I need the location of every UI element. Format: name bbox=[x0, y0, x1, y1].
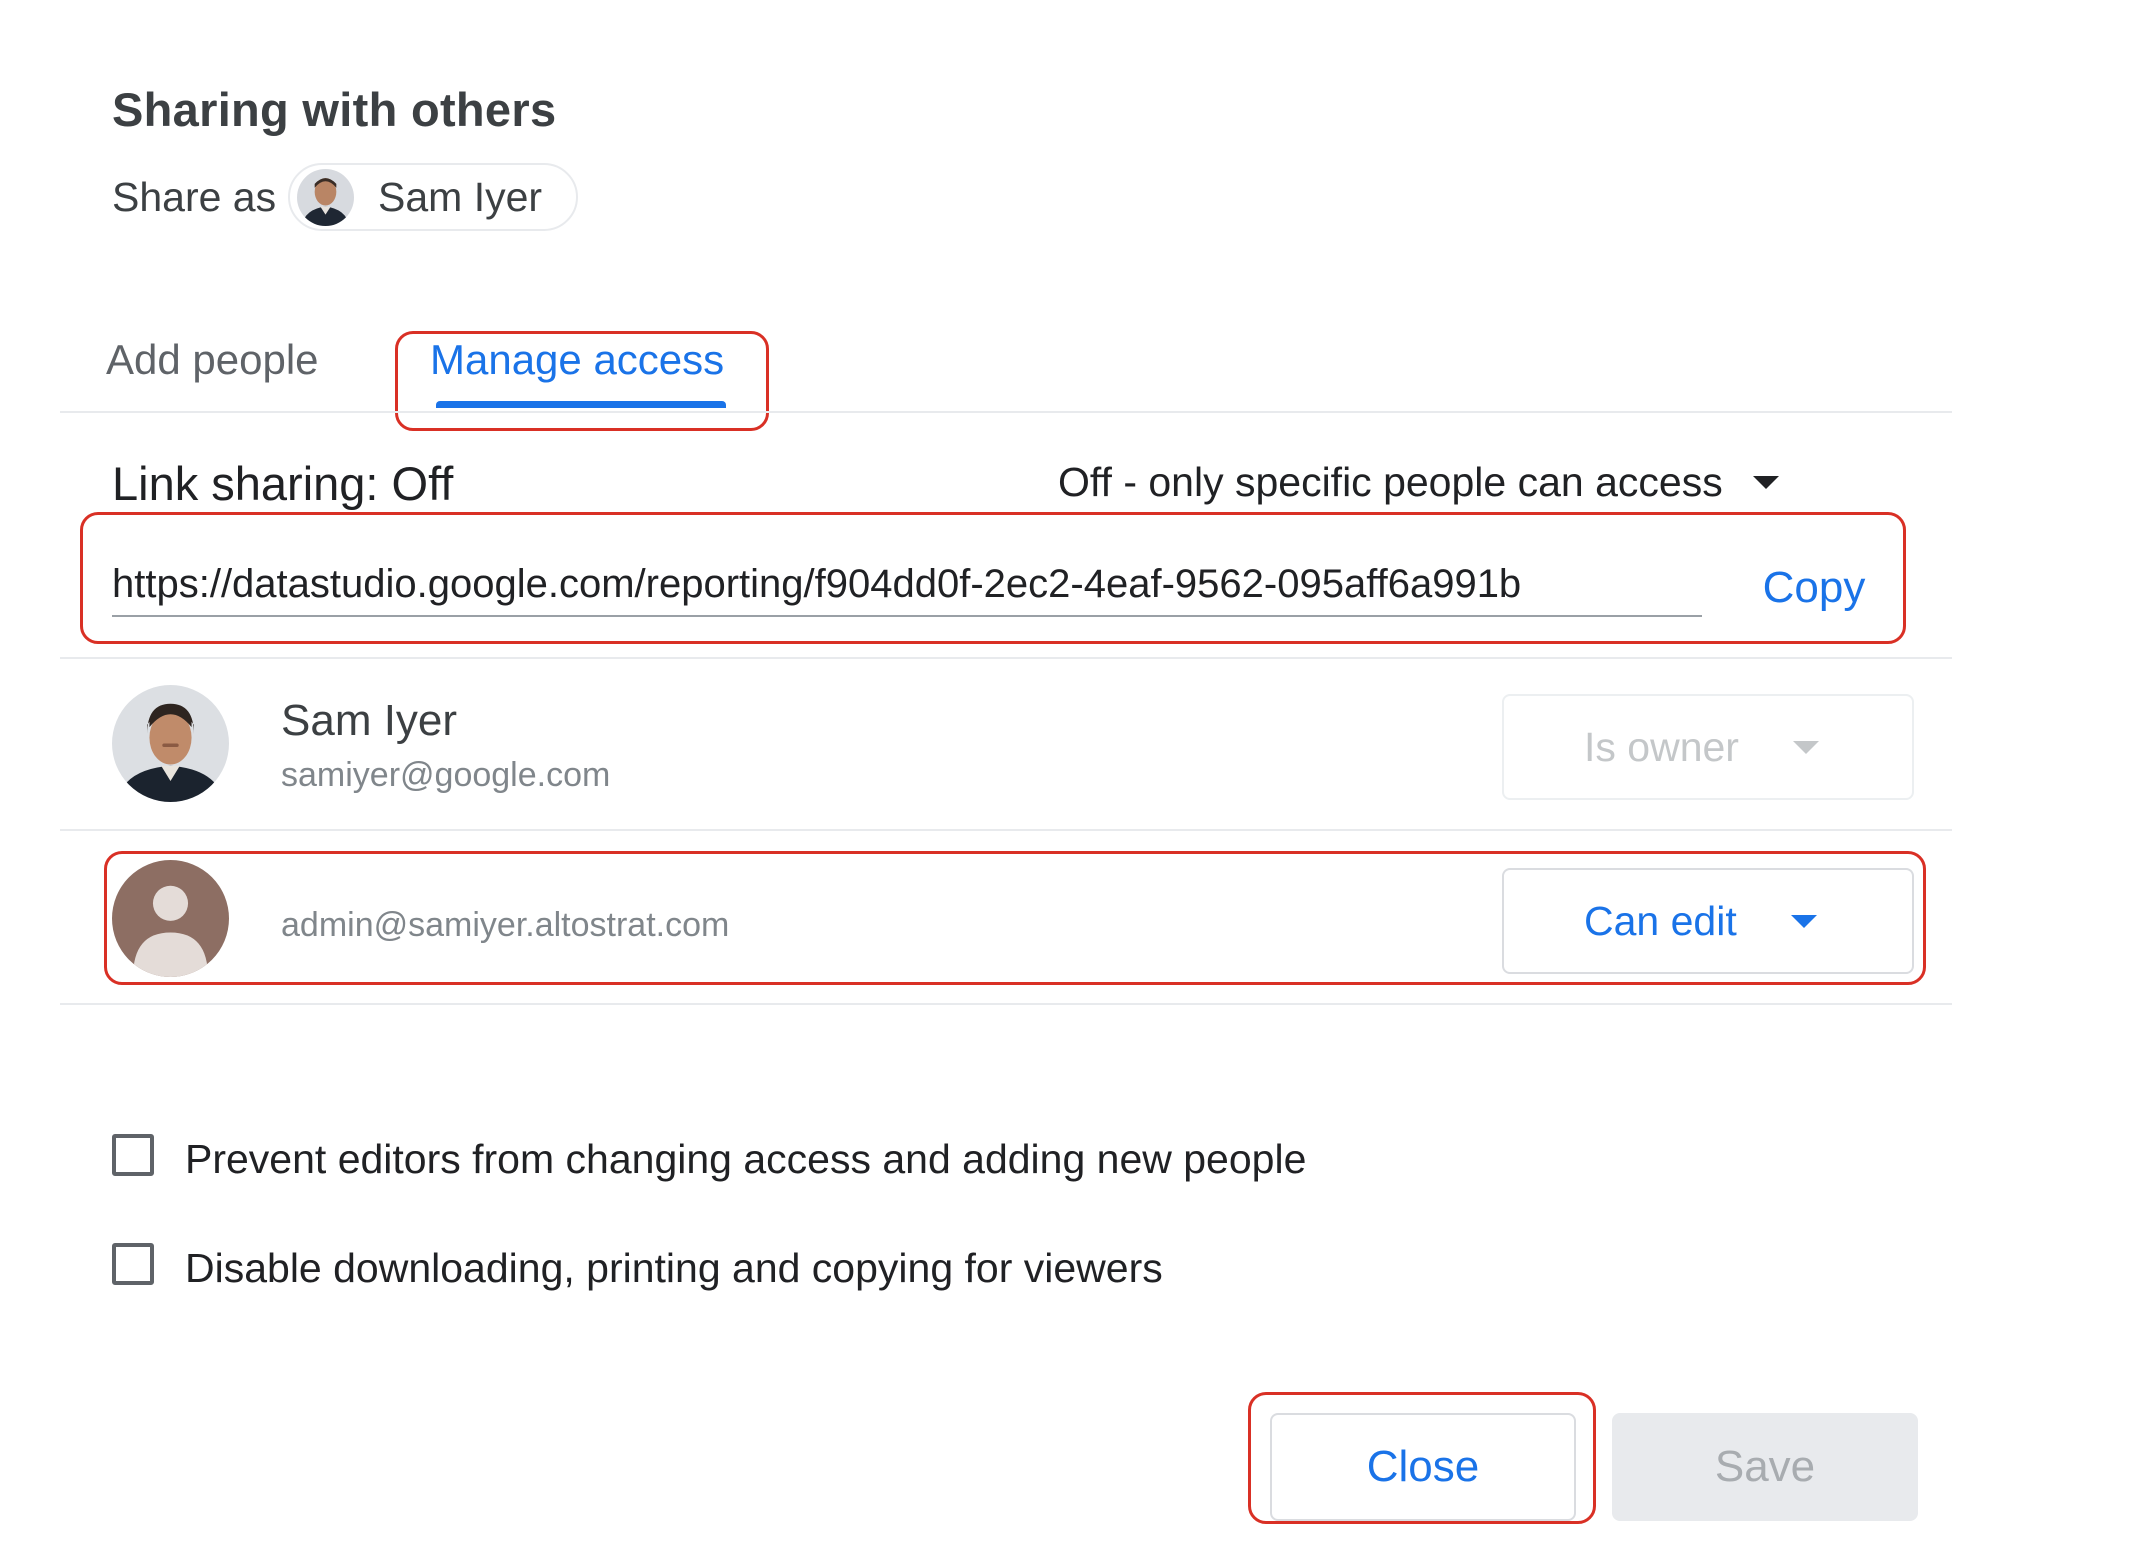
tabs-divider bbox=[60, 411, 1952, 413]
admin-role-dropdown[interactable]: Can edit bbox=[1502, 868, 1914, 974]
link-sharing-label: Link sharing: Off bbox=[112, 457, 454, 510]
tab-manage-access[interactable]: Manage access bbox=[430, 336, 724, 384]
close-button[interactable]: Close bbox=[1270, 1413, 1576, 1521]
dialog-title: Sharing with others bbox=[112, 83, 557, 136]
disable-downloading-checkbox[interactable] bbox=[112, 1243, 154, 1285]
role-label: Is owner bbox=[1584, 723, 1739, 770]
role-label: Can edit bbox=[1584, 897, 1737, 944]
disable-downloading-label: Disable downloading, printing and copyin… bbox=[185, 1245, 1163, 1291]
prevent-editors-label: Prevent editors from changing access and… bbox=[185, 1136, 1307, 1182]
person-email: admin@samiyer.altostrat.com bbox=[281, 906, 730, 944]
link-sharing-mode-text: Off - only specific people can access bbox=[1058, 459, 1723, 505]
share-as-avatar bbox=[297, 169, 354, 226]
link-divider bbox=[60, 657, 1952, 659]
share-as-name: Sam Iyer bbox=[378, 174, 543, 220]
prevent-editors-checkbox[interactable] bbox=[112, 1134, 154, 1176]
people-divider bbox=[60, 1003, 1952, 1005]
person-email: samiyer@google.com bbox=[281, 756, 611, 794]
caret-down-icon bbox=[1790, 914, 1817, 928]
tab-add-people[interactable]: Add people bbox=[106, 336, 319, 384]
person-name: Sam Iyer bbox=[281, 696, 458, 745]
share-as-label: Share as bbox=[112, 174, 277, 220]
active-tab-indicator bbox=[436, 401, 726, 408]
default-person-avatar bbox=[112, 860, 229, 977]
caret-down-icon bbox=[1752, 476, 1779, 489]
save-button[interactable]: Save bbox=[1612, 1413, 1918, 1521]
owner-role-dropdown: Is owner bbox=[1502, 694, 1914, 800]
caret-down-icon bbox=[1792, 740, 1819, 754]
owner-avatar bbox=[112, 685, 229, 802]
link-sharing-mode-dropdown[interactable]: Off - only specific people can access bbox=[1058, 459, 1779, 506]
person-divider bbox=[60, 829, 1952, 831]
copy-link-button[interactable]: Copy bbox=[1744, 556, 1884, 620]
share-url-field[interactable] bbox=[112, 553, 1702, 617]
